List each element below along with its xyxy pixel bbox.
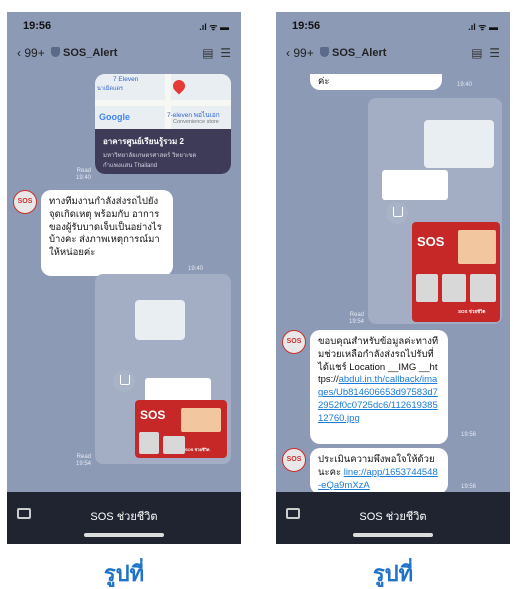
read-receipt: Read 19:40: [69, 168, 91, 182]
sos-title: SOS: [417, 234, 445, 249]
sos-menu-thumbnail: SOS SOS ช่วยชีวิต: [412, 222, 500, 322]
sos-footer: SOS ช่วยชีวิต: [185, 447, 210, 452]
chat-title: SOS_Alert: [51, 47, 117, 59]
chat-area: 7 Eleven นาเม็ดแดร Google 7-eleven พอไนเ…: [7, 74, 241, 494]
mini-map-thumbnail: [135, 300, 185, 340]
camera-icon: [416, 274, 438, 302]
bot-message-bubble: ขอบคุณสำหรับข้อมูลค่ะทางทีมช่วยเหลือกำลั…: [310, 330, 448, 444]
place-title: อาคารศูนย์เรียนรู้รวม 2: [103, 137, 184, 146]
status-bar: 19:56 .ıl ᯤ ▬: [7, 12, 241, 38]
sos-menu-thumbnail: SOS SOS ช่วยชีวิต: [135, 400, 227, 458]
sos-logo: SOS: [286, 338, 302, 345]
chevron-left-icon: ‹: [286, 46, 290, 60]
figure-caption-1: รูปที่: [103, 562, 145, 587]
map-view: 7 Eleven นาเม็ดแดร Google 7-eleven พอไนเ…: [95, 74, 231, 129]
store-sub-label: นาเม็ดแดร: [97, 86, 123, 92]
notes-icon[interactable]: ▤: [202, 46, 213, 60]
mini-map-thumbnail: [424, 120, 494, 168]
back-button[interactable]: ‹ 99+: [286, 46, 314, 60]
map-pin-icon: [170, 77, 188, 95]
figure-caption-2: รูปที่: [372, 562, 414, 587]
rich-menu-toggle[interactable]: SOS ช่วยชีวิต: [276, 507, 510, 525]
bot-avatar[interactable]: SOS: [282, 330, 306, 354]
message-time: 19:40: [456, 82, 472, 88]
place-address-2: กำแพงแสน Thailand: [103, 163, 158, 169]
chat-header: ‹ 99+ SOS_Alert ▤ ☰: [276, 38, 510, 74]
google-logo: Google: [99, 112, 130, 122]
menu-icon[interactable]: ☰: [489, 46, 500, 60]
unread-count: 99+: [24, 46, 45, 60]
rich-menu-bar: SOS ช่วยชีวิต: [7, 492, 241, 544]
bot-message-text: ค่ะ: [318, 76, 330, 87]
camera-icon: [139, 432, 159, 454]
status-time: 19:56: [23, 20, 52, 32]
read-label: Read: [76, 168, 91, 174]
store-label: 7 Eleven: [113, 76, 139, 83]
bot-avatar[interactable]: SOS: [282, 448, 306, 472]
rich-menu-bar: SOS ช่วยชีวิต: [276, 492, 510, 544]
read-receipt: Read 19:54: [342, 312, 364, 326]
location-details: อาคารศูนย์เรียนรู้รวม 2 มหาวิทยาลัยเกษตร…: [95, 129, 231, 174]
first-aid-illustration: [442, 274, 466, 302]
location-card[interactable]: 7 Eleven นาเม็ดแดร Google 7-eleven พอไนเ…: [95, 74, 231, 174]
header-actions: ▤ ☰: [202, 46, 231, 60]
chevron-left-icon: ‹: [17, 46, 21, 60]
home-indicator: [84, 533, 164, 537]
message-time: 19:56: [460, 432, 476, 438]
menu-icon[interactable]: ☰: [220, 46, 231, 60]
notes-icon[interactable]: ▤: [471, 46, 482, 60]
back-button[interactable]: ‹ 99+: [17, 46, 45, 60]
status-icons: .ıl ᯤ ▬: [199, 22, 229, 32]
bot-message-bubble: ประเมินความพึงพอใจให้ด้วยนะคะ line://app…: [310, 448, 448, 494]
share-icon[interactable]: [113, 370, 135, 392]
ambulance-illustration: [458, 230, 496, 264]
read-receipt: Read 19:54: [69, 454, 91, 468]
home-indicator: [353, 533, 433, 537]
chat-area: ค่ะ 19:40 SOS SOS ช่วยชีวิต Read 19:54 S…: [276, 74, 510, 494]
comparison-figure: 19:56 .ıl ᯤ ▬ ‹ 99+ SOS_Alert ▤ ☰ 7 Elev…: [0, 0, 514, 589]
bot-message-text: ทางทีมงานกำลังส่งรถไปยังจุดเกิดเหตุ พร้อ…: [49, 196, 162, 259]
sos-logo: SOS: [286, 456, 302, 463]
sos-title: SOS: [140, 408, 166, 422]
shield-icon: [320, 47, 329, 57]
header-actions: ▤ ☰: [471, 46, 500, 60]
status-icons: .ıl ᯤ ▬: [468, 22, 498, 32]
chat-title-text: SOS_Alert: [332, 47, 387, 59]
screenshot-image-message[interactable]: SOS SOS ช่วยชีวิต: [95, 274, 231, 464]
store-label-2-sub: Convenience store: [173, 119, 219, 125]
read-label: Read: [76, 454, 91, 460]
bot-message-bubble: ทางทีมงานกำลังส่งรถไปยังจุดเกิดเหตุ พร้อ…: [41, 190, 173, 276]
chat-header: ‹ 99+ SOS_Alert ▤ ☰: [7, 38, 241, 74]
mini-bubble: [382, 170, 448, 200]
read-label: Read: [349, 312, 364, 318]
chat-title: SOS_Alert: [320, 47, 386, 59]
sos-logo: SOS: [17, 198, 33, 205]
first-aid-illustration-2: [470, 274, 496, 302]
sos-footer: SOS ช่วยชีวิต: [458, 309, 486, 314]
unread-count: 99+: [293, 46, 314, 60]
ambulance-illustration: [181, 408, 221, 432]
phone-screenshot-1: 19:56 .ıl ᯤ ▬ ‹ 99+ SOS_Alert ▤ ☰ 7 Elev…: [7, 12, 241, 544]
first-aid-illustration: [163, 436, 185, 454]
message-time: 19:54: [348, 319, 364, 326]
message-time: 19:40: [187, 266, 203, 272]
status-time: 19:56: [292, 20, 321, 32]
shield-icon: [51, 47, 60, 57]
place-address-1: มหาวิทยาลัยเกษตรศาสตร์ วิทยาเขต: [103, 153, 197, 159]
message-time: 19:54: [75, 461, 91, 468]
bot-message-bubble: ค่ะ: [310, 74, 442, 90]
chat-title-text: SOS_Alert: [63, 47, 118, 59]
phone-screenshot-2: 19:56 .ıl ᯤ ▬ ‹ 99+ SOS_Alert ▤ ☰ ค่ะ 19…: [276, 12, 510, 544]
bot-avatar[interactable]: SOS: [13, 190, 37, 214]
rich-menu-toggle[interactable]: SOS ช่วยชีวิต: [7, 507, 241, 525]
share-icon[interactable]: [386, 202, 408, 224]
status-bar: 19:56 .ıl ᯤ ▬: [276, 12, 510, 38]
message-time: 19:56: [460, 484, 476, 490]
message-time: 19:40: [75, 175, 91, 182]
